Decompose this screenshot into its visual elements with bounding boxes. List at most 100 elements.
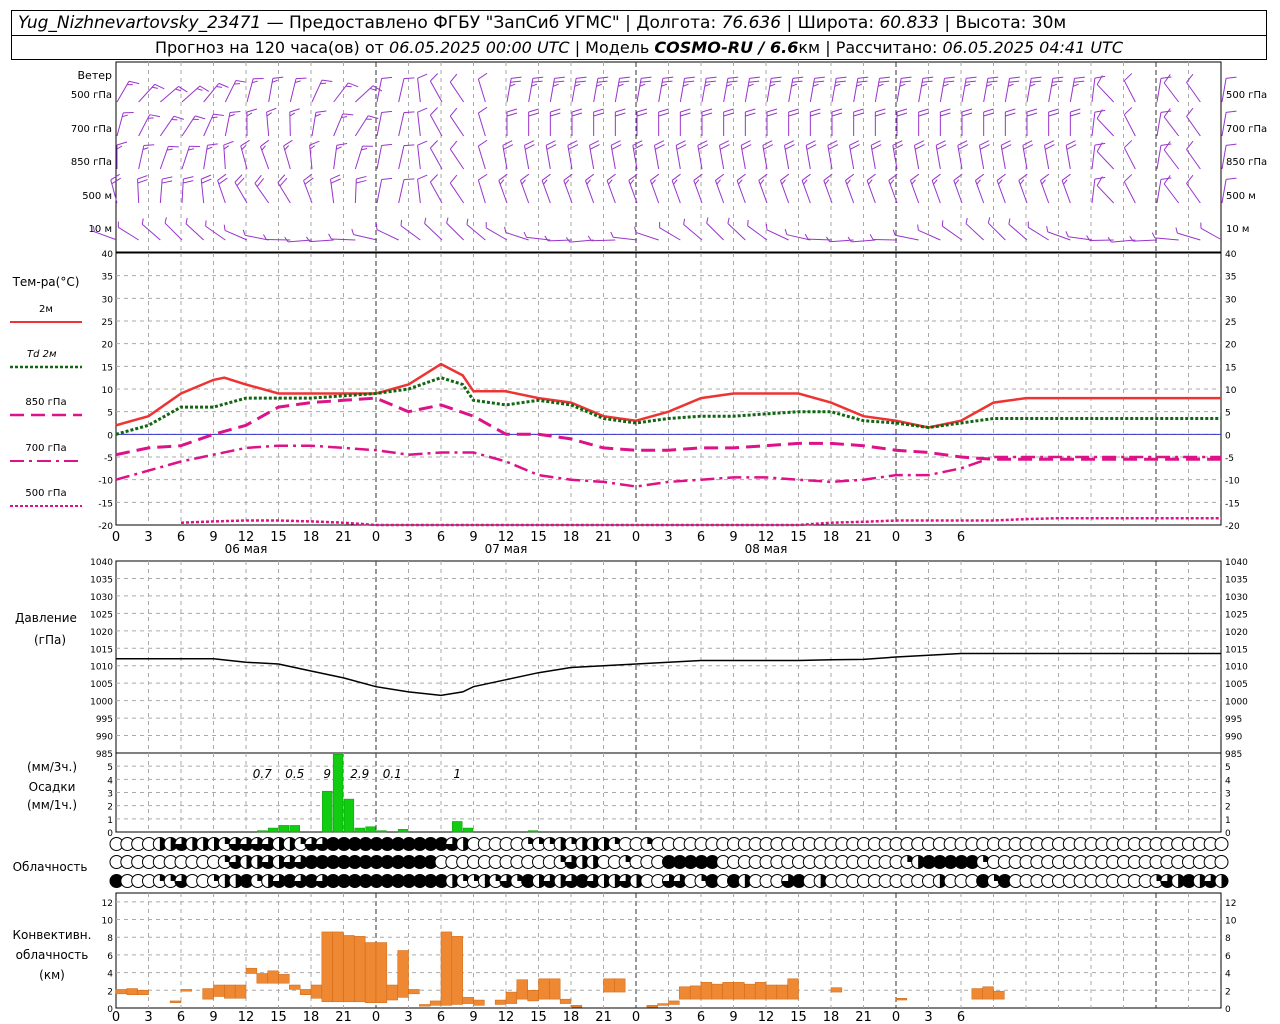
pressure-tick-left: 1025 bbox=[90, 610, 113, 620]
wind-barb-feather bbox=[235, 79, 247, 83]
wind-barb-staff bbox=[185, 223, 205, 241]
wind-barb-staff bbox=[569, 239, 594, 243]
wind-barb-feather bbox=[524, 144, 535, 150]
wind-barb-feather bbox=[736, 173, 746, 181]
wind-barb-feather bbox=[662, 76, 674, 79]
wind-barb-staff bbox=[895, 234, 919, 241]
wind-barb-feather bbox=[869, 234, 874, 240]
wind-barb bbox=[649, 173, 660, 204]
wind-barb-staff bbox=[1096, 84, 1115, 103]
wind-barb bbox=[549, 108, 561, 136]
wind-barb bbox=[957, 140, 969, 170]
conv-bar bbox=[169, 1000, 182, 1003]
conv-x-tick-label: 21 bbox=[335, 1010, 352, 1024]
wind-barb bbox=[961, 108, 973, 136]
wind-barb-feather bbox=[499, 179, 505, 185]
wind-barb-staff bbox=[376, 179, 383, 204]
wind-barb-feather bbox=[1186, 140, 1194, 150]
wind-barb-feather bbox=[1030, 80, 1041, 83]
meteogram-chart: Ветер 500 гПа 500 гПа 700 гПа 700 гПа 850 гПа… bbox=[10, 61, 1267, 1024]
pressure-tick-right: 1040 bbox=[1225, 558, 1248, 568]
wind-barb bbox=[697, 140, 709, 170]
wind-barb bbox=[277, 174, 291, 204]
wind-barb-staff bbox=[429, 147, 443, 170]
wind-barb-feather bbox=[1123, 174, 1133, 183]
wind-barb-feather bbox=[550, 112, 561, 117]
wind-level-label: 850 гПа bbox=[71, 157, 112, 168]
wind-barb-feather bbox=[223, 145, 230, 150]
wind-barb bbox=[892, 229, 919, 241]
conv-bar bbox=[646, 1005, 658, 1008]
wind-barb-feather bbox=[543, 179, 548, 185]
wind-barb-feather bbox=[356, 179, 367, 184]
wind-barb-staff bbox=[706, 222, 725, 241]
wind-barb-feather bbox=[940, 112, 951, 117]
temp-legend-label: 500 гПа bbox=[25, 488, 66, 499]
wind-barb-feather bbox=[568, 144, 579, 150]
wind-barb-feather bbox=[523, 231, 527, 238]
wind-barb-feather bbox=[901, 76, 912, 79]
wind-barb-staff bbox=[1123, 147, 1136, 170]
wind-barb bbox=[714, 173, 725, 204]
temp-tick-left: 15 bbox=[102, 363, 113, 373]
temp-tick-right: -20 bbox=[1225, 522, 1240, 532]
conv-bar bbox=[787, 978, 799, 1000]
wind-barb-staff bbox=[1091, 145, 1096, 170]
wind-barb-feather bbox=[870, 140, 881, 146]
wind-barb-feather bbox=[417, 140, 428, 146]
wind-level-label: 500 м bbox=[82, 191, 112, 202]
wind-barb-feather bbox=[524, 140, 535, 146]
wind-barb bbox=[541, 173, 551, 204]
conv-bar bbox=[278, 974, 290, 984]
wind-barb-feather bbox=[1160, 76, 1172, 79]
pressure-tick-left: 1000 bbox=[90, 698, 113, 708]
wind-barb bbox=[116, 80, 140, 103]
wind-barb-feather bbox=[1074, 76, 1085, 79]
wind-barb-feather bbox=[593, 108, 604, 113]
precip-tick-right: 3 bbox=[1225, 790, 1231, 800]
wind-barb bbox=[1091, 142, 1106, 170]
precip-tick-left: 5 bbox=[107, 763, 113, 773]
wind-barb bbox=[506, 76, 522, 103]
wind-barb-staff bbox=[477, 112, 486, 137]
wind-barb-feather bbox=[650, 173, 660, 181]
conv-x-tick-label: 9 bbox=[469, 1010, 477, 1024]
wind-barb bbox=[429, 73, 443, 103]
wind-barb-feather bbox=[478, 72, 488, 80]
wind-barb bbox=[1163, 74, 1180, 103]
wind-level-label-right: 700 гПа bbox=[1226, 124, 1267, 135]
wind-barb-feather bbox=[241, 145, 247, 151]
wind-barb-feather bbox=[424, 217, 427, 224]
wind-barb-feather bbox=[658, 112, 669, 117]
conv-x-tick-label: 6 bbox=[957, 1010, 965, 1024]
temp-x-tick-label: 18 bbox=[303, 530, 320, 545]
wind-barb bbox=[935, 140, 947, 170]
wind-barb-feather bbox=[345, 85, 352, 88]
wind-barb-feather bbox=[763, 144, 774, 150]
wind-barb-feather bbox=[998, 179, 1003, 185]
wind-barb-feather bbox=[1163, 175, 1171, 185]
pressure-tick-right: 995 bbox=[1225, 715, 1242, 725]
wind-barb-feather bbox=[849, 144, 860, 150]
wind-barb-feather bbox=[961, 108, 973, 113]
conv-bar bbox=[559, 998, 572, 1004]
temp-tick-left: -5 bbox=[104, 454, 113, 464]
temp-legend-label: Td 2м bbox=[27, 349, 57, 360]
wind-barb-feather bbox=[315, 110, 327, 113]
conv-tick-right: 4 bbox=[1225, 970, 1231, 980]
wind-barb-feather bbox=[847, 236, 852, 243]
wind-barb bbox=[1026, 108, 1038, 136]
conv-tick-left: 12 bbox=[102, 899, 113, 909]
wind-barb-feather bbox=[597, 80, 608, 83]
conv-bar bbox=[289, 984, 301, 990]
temp-x-tick-label: 6 bbox=[177, 530, 185, 545]
wind-barb-feather bbox=[914, 144, 925, 150]
wind-barb-feather bbox=[933, 179, 938, 185]
wind-barb-staff bbox=[205, 225, 226, 241]
wind-barb-feather bbox=[936, 144, 947, 150]
wind-barb-feather bbox=[676, 144, 687, 150]
conv-tick-right: 0 bbox=[1225, 1005, 1231, 1015]
conv-tick-right: 12 bbox=[1225, 899, 1236, 909]
wind-barb bbox=[1123, 140, 1136, 170]
wind-barb bbox=[1091, 109, 1106, 137]
